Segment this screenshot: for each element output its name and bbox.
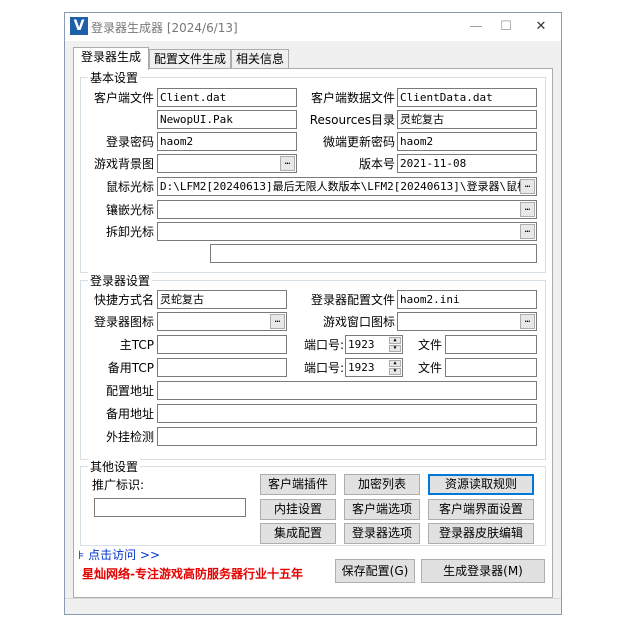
- status-bar: [65, 598, 561, 614]
- client-data-label: 客户端数据文件: [310, 91, 395, 105]
- integrated-config-button[interactable]: 集成配置: [260, 523, 336, 544]
- resource-rules-button[interactable]: 资源读取规则: [428, 474, 534, 495]
- inner-plugin-button[interactable]: 内挂设置: [260, 499, 336, 520]
- client-plugin-button[interactable]: 客户端插件: [260, 474, 336, 495]
- game-window-icon-input[interactable]: …: [397, 312, 537, 331]
- main-file-label: 文件: [417, 338, 442, 352]
- cursor-label: 鼠标光标: [105, 180, 154, 194]
- launcher-settings-title: 登录器设置: [88, 272, 153, 289]
- backup-port-spin: ▲ ▼: [389, 360, 401, 375]
- encrypt-list-button[interactable]: 加密列表: [344, 474, 420, 495]
- backup-port-stepper[interactable]: 1923 ▲ ▼: [345, 358, 403, 377]
- backup-port-label: 端口号:: [303, 361, 344, 375]
- tab-panel: 基本设置 客户端文件 Client.dat 客户端数据文件 ClientData…: [73, 68, 553, 598]
- promo-id-input[interactable]: [94, 498, 246, 517]
- app-logo-icon: V: [70, 17, 88, 35]
- save-config-button[interactable]: 保存配置(G): [335, 559, 415, 583]
- client-file-input[interactable]: Client.dat: [157, 88, 297, 107]
- game-background-browse-button[interactable]: …: [280, 156, 295, 171]
- launcher-icon-input[interactable]: …: [157, 312, 287, 331]
- backup-address-input[interactable]: [157, 404, 537, 423]
- config-address-input[interactable]: [157, 381, 537, 400]
- version-input[interactable]: 2021-11-08: [397, 154, 537, 173]
- link-icon: ⊧: [78, 548, 85, 562]
- remove-cursor-browse-button[interactable]: …: [520, 224, 535, 239]
- client-options-button[interactable]: 客户端选项: [344, 499, 420, 520]
- backup-port-value: 1923: [348, 361, 375, 374]
- main-file-input[interactable]: [445, 335, 537, 354]
- version-label: 版本号: [358, 157, 395, 171]
- main-tcp-input[interactable]: [157, 335, 287, 354]
- resources-label: Resources目录: [309, 113, 395, 127]
- backup-address-label: 备用地址: [105, 407, 154, 421]
- title-bar: V 登录器生成器 [2024/6/13] — ☐ ✕: [65, 13, 561, 41]
- login-password-input[interactable]: haom2: [157, 132, 297, 151]
- backup-port-down-icon[interactable]: ▼: [389, 368, 401, 375]
- backup-tcp-input[interactable]: [157, 358, 287, 377]
- remove-cursor-label: 拆卸光标: [105, 225, 154, 239]
- visit-link-text: 点击访问 >>: [88, 548, 161, 562]
- resources-input[interactable]: 灵蛇复古: [397, 110, 537, 129]
- promo-id-label: 推广标识:: [92, 478, 145, 492]
- launcher-config-file-label: 登录器配置文件: [310, 293, 395, 307]
- client-ui-settings-button[interactable]: 客户端界面设置: [428, 499, 534, 520]
- game-background-label: 游戏背景图: [93, 157, 154, 171]
- client-file-label: 客户端文件: [93, 91, 154, 105]
- backup-file-input[interactable]: [445, 358, 537, 377]
- tab-related-info[interactable]: 相关信息: [231, 49, 289, 69]
- main-tcp-label: 主TCP: [119, 338, 154, 352]
- config-address-label: 配置地址: [105, 384, 154, 398]
- main-port-down-icon[interactable]: ▼: [389, 345, 401, 352]
- game-window-icon-label: 游戏窗口图标: [322, 315, 395, 329]
- launcher-icon-label: 登录器图标: [93, 315, 154, 329]
- plugin-detect-input[interactable]: [157, 427, 537, 446]
- shortcut-name-input[interactable]: 灵蛇复古: [157, 290, 287, 309]
- skin-editor-button[interactable]: 登录器皮肤编辑: [428, 523, 534, 544]
- cursor-input[interactable]: D:\LFM2[20240613]最后无限人数版本\LFM2[20240613]…: [157, 177, 537, 196]
- game-background-input[interactable]: …: [157, 154, 297, 173]
- cursor-browse-button[interactable]: …: [520, 179, 535, 194]
- close-button[interactable]: ✕: [530, 17, 552, 37]
- ui-pak-input[interactable]: NewopUI.Pak: [157, 110, 297, 129]
- remove-cursor-input[interactable]: …: [157, 222, 537, 241]
- visit-link[interactable]: ⊧ 点击访问 >>: [78, 546, 160, 563]
- launcher-config-file-input[interactable]: haom2.ini: [397, 290, 537, 309]
- launcher-options-button[interactable]: 登录器选项: [344, 523, 420, 544]
- other-settings-title: 其他设置: [88, 458, 141, 475]
- micro-update-password-label: 微端更新密码: [322, 135, 395, 149]
- main-port-up-icon[interactable]: ▲: [389, 337, 401, 344]
- launcher-icon-browse-button[interactable]: …: [270, 314, 285, 329]
- game-window-icon-browse-button[interactable]: …: [520, 314, 535, 329]
- main-port-stepper[interactable]: 1923 ▲ ▼: [345, 335, 403, 354]
- promo-text: 星灿网络-专注游戏高防服务器行业十五年: [82, 567, 303, 581]
- main-port-spin: ▲ ▼: [389, 337, 401, 352]
- main-port-value: 1923: [348, 338, 375, 351]
- tab-launcher-generate[interactable]: 登录器生成: [73, 47, 149, 70]
- tab-config-generate[interactable]: 配置文件生成: [149, 49, 231, 69]
- inlay-cursor-input[interactable]: …: [157, 200, 537, 219]
- backup-port-up-icon[interactable]: ▲: [389, 360, 401, 367]
- backup-tcp-label: 备用TCP: [107, 361, 154, 375]
- inlay-cursor-label: 镶嵌光标: [105, 203, 154, 217]
- inlay-cursor-browse-button[interactable]: …: [520, 202, 535, 217]
- shortcut-name-label: 快捷方式名: [93, 293, 154, 307]
- micro-update-password-input[interactable]: haom2: [397, 132, 537, 151]
- minimize-button[interactable]: —: [465, 17, 487, 37]
- main-port-label: 端口号:: [303, 338, 344, 352]
- generate-launcher-button[interactable]: 生成登录器(M): [421, 559, 545, 583]
- maximize-button[interactable]: ☐: [495, 17, 517, 37]
- login-password-label: 登录密码: [105, 135, 154, 149]
- cursor-value: D:\LFM2[20240613]最后无限人数版本\LFM2[20240613]…: [160, 180, 529, 193]
- window-title: 登录器生成器 [2024/6/13]: [91, 21, 238, 35]
- plugin-detect-label: 外挂检测: [105, 430, 154, 444]
- main-window: V 登录器生成器 [2024/6/13] — ☐ ✕ 登录器生成 配置文件生成 …: [64, 12, 562, 615]
- client-data-input[interactable]: ClientData.dat: [397, 88, 537, 107]
- basic-settings-title: 基本设置: [88, 69, 141, 86]
- extra-path-input[interactable]: [210, 244, 537, 263]
- backup-file-label: 文件: [417, 361, 442, 375]
